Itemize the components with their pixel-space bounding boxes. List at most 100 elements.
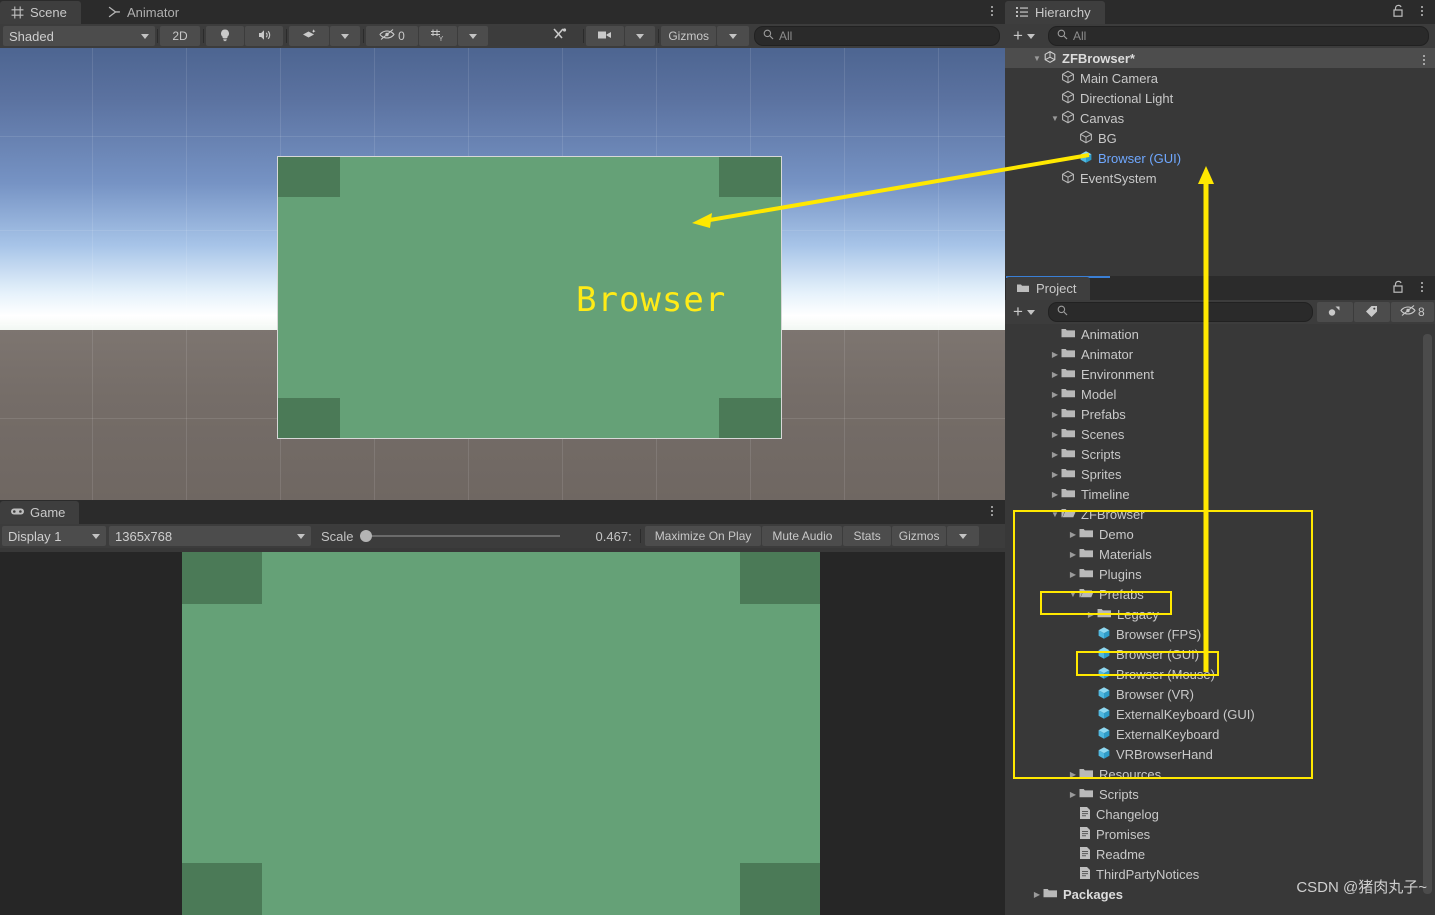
project-item[interactable]: ▼ Prefabs <box>1005 584 1419 604</box>
chevron-down-icon[interactable]: ▼ <box>1049 114 1061 123</box>
project-item[interactable]: Animation <box>1005 324 1419 344</box>
scene-camera-dropdown[interactable] <box>625 26 656 46</box>
game-gizmos-button[interactable]: Gizmos <box>891 526 947 546</box>
project-item[interactable]: ▶ Resources <box>1005 764 1419 784</box>
project-item[interactable]: ▶ Environment <box>1005 364 1419 384</box>
gizmos-dropdown[interactable] <box>717 26 749 46</box>
project-item[interactable]: ▶ Demo <box>1005 524 1419 544</box>
chevron-right-icon[interactable]: ▶ <box>1049 490 1061 499</box>
chevron-right-icon[interactable]: ▶ <box>1049 470 1061 479</box>
effects-toggle-button[interactable] <box>289 26 329 46</box>
chevron-right-icon[interactable]: ▶ <box>1067 530 1079 539</box>
audio-toggle-button[interactable] <box>245 26 283 46</box>
chevron-right-icon[interactable]: ▶ <box>1049 430 1061 439</box>
mute-audio-button[interactable]: Mute Audio <box>762 526 843 546</box>
project-item[interactable]: VRBrowserHand <box>1005 744 1419 764</box>
project-item[interactable]: ▶ Timeline <box>1005 484 1419 504</box>
scene-viewport[interactable]: Browser <box>0 48 1005 500</box>
scene-tools-button[interactable] <box>540 26 580 46</box>
hierarchy-item[interactable]: BG <box>1005 128 1435 148</box>
scene-camera-button[interactable] <box>586 26 625 46</box>
project-item[interactable]: ▶ Model <box>1005 384 1419 404</box>
hidden-objects-button[interactable]: 0 <box>366 26 418 46</box>
lock-icon[interactable] <box>1392 280 1405 297</box>
chevron-down-icon[interactable]: ▼ <box>1049 510 1061 519</box>
effects-dropdown-button[interactable] <box>330 26 360 46</box>
chevron-right-icon[interactable]: ▶ <box>1067 570 1079 579</box>
hierarchy-item[interactable]: Browser (GUI) <box>1005 148 1435 168</box>
toggle-2d-button[interactable]: 2D <box>160 26 200 46</box>
project-item[interactable]: ▶ Scripts <box>1005 444 1419 464</box>
project-scrollbar[interactable] <box>1423 334 1432 894</box>
tab-scene[interactable]: Scene <box>0 1 81 24</box>
tab-game[interactable]: Game <box>0 501 80 524</box>
chevron-right-icon[interactable]: ▶ <box>1049 450 1061 459</box>
project-item[interactable]: Browser (Mouse) <box>1005 664 1419 684</box>
hierarchy-item[interactable]: Directional Light <box>1005 88 1435 108</box>
project-item[interactable]: ▼ ZFBrowser <box>1005 504 1419 524</box>
chevron-right-icon[interactable]: ▶ <box>1085 610 1097 619</box>
project-item[interactable]: Changelog <box>1005 804 1419 824</box>
project-item[interactable]: ▶ Prefabs <box>1005 404 1419 424</box>
chevron-right-icon[interactable]: ▶ <box>1049 390 1061 399</box>
tab-project[interactable]: Project <box>1006 277 1091 300</box>
scene-search-input[interactable]: All <box>754 26 1000 46</box>
scale-slider-handle[interactable] <box>359 530 372 542</box>
filter-by-type-button[interactable] <box>1316 302 1353 322</box>
grid-dropdown-button[interactable] <box>458 26 488 46</box>
project-item[interactable]: Promises <box>1005 824 1419 844</box>
hierarchy-item[interactable]: Main Camera <box>1005 68 1435 88</box>
tab-hierarchy[interactable]: Hierarchy <box>1005 1 1105 24</box>
project-item[interactable]: Readme <box>1005 844 1419 864</box>
filter-by-label-button[interactable] <box>1353 302 1390 322</box>
project-item[interactable]: ▶ Animator <box>1005 344 1419 364</box>
hierarchy-item[interactable]: ▼ Canvas <box>1005 108 1435 128</box>
hierarchy-item[interactable]: EventSystem <box>1005 168 1435 188</box>
display-dropdown[interactable]: Display 1 <box>2 526 106 546</box>
lighting-toggle-button[interactable] <box>206 26 244 46</box>
chevron-right-icon[interactable]: ▶ <box>1049 350 1061 359</box>
game-gizmos-dropdown[interactable] <box>947 526 980 546</box>
project-search-input[interactable] <box>1047 302 1313 322</box>
project-item[interactable]: Browser (FPS) <box>1005 624 1419 644</box>
project-item[interactable]: ExternalKeyboard (GUI) <box>1005 704 1419 724</box>
game-viewport[interactable] <box>0 552 1005 915</box>
project-item[interactable]: ▶ Scripts <box>1005 784 1419 804</box>
chevron-right-icon[interactable]: ▶ <box>1031 890 1043 899</box>
project-item[interactable]: Browser (VR) <box>1005 684 1419 704</box>
grid-visibility-button[interactable]: Y <box>419 26 457 46</box>
project-add-button[interactable]: + <box>1005 302 1039 322</box>
project-item[interactable]: ▶ Sprites <box>1005 464 1419 484</box>
chevron-down-icon[interactable]: ▼ <box>1031 54 1043 63</box>
resolution-dropdown[interactable]: 1365x768 <box>109 526 311 546</box>
chevron-right-icon[interactable]: ▶ <box>1067 770 1079 779</box>
scene-menu-kebab-icon[interactable] <box>991 6 993 16</box>
gizmos-button[interactable]: Gizmos <box>661 26 716 46</box>
chevron-right-icon[interactable]: ▶ <box>1049 410 1061 419</box>
chevron-right-icon[interactable]: ▶ <box>1049 370 1061 379</box>
project-item[interactable]: ▶ Legacy <box>1005 604 1419 624</box>
project-item[interactable]: ▶ Scenes <box>1005 424 1419 444</box>
row-menu-kebab-icon[interactable] <box>1423 55 1425 65</box>
game-menu-kebab-icon[interactable] <box>991 506 993 516</box>
hierarchy-add-button[interactable]: + <box>1005 26 1039 46</box>
chevron-down-icon[interactable]: ▼ <box>1067 590 1079 599</box>
stats-button[interactable]: Stats <box>843 526 891 546</box>
project-hidden-button[interactable]: 8 <box>1390 302 1434 322</box>
project-item[interactable]: ▶ Plugins <box>1005 564 1419 584</box>
project-item[interactable]: ▶ Materials <box>1005 544 1419 564</box>
shading-mode-dropdown[interactable]: Shaded <box>3 26 155 46</box>
chevron-right-icon[interactable]: ▶ <box>1067 550 1079 559</box>
lock-icon[interactable] <box>1392 4 1405 21</box>
hierarchy-item[interactable]: ▼ ZFBrowser* <box>1005 48 1435 68</box>
project-item[interactable]: ExternalKeyboard <box>1005 724 1419 744</box>
project-item[interactable]: Browser (GUI) <box>1005 644 1419 664</box>
chevron-right-icon[interactable]: ▶ <box>1067 790 1079 799</box>
scale-slider[interactable] <box>359 529 560 543</box>
maximize-on-play-button[interactable]: Maximize On Play <box>644 526 762 546</box>
scale-slider-group[interactable]: Scale 0.467: <box>321 529 632 544</box>
tab-animator[interactable]: Animator <box>97 1 193 24</box>
project-menu-kebab-icon[interactable] <box>1421 282 1423 292</box>
hierarchy-search-input[interactable]: All <box>1047 26 1429 46</box>
hierarchy-menu-kebab-icon[interactable] <box>1421 6 1423 16</box>
